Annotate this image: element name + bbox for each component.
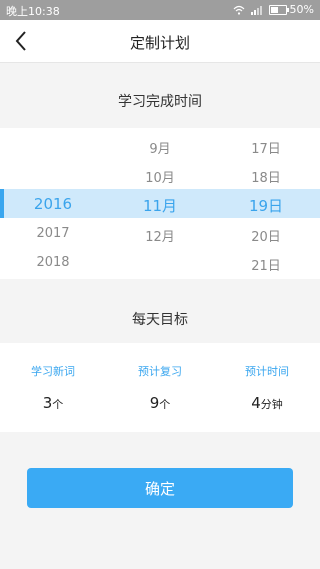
year-option[interactable]: 2017 bbox=[13, 226, 93, 241]
page-title: 定制计划 bbox=[129, 34, 190, 52]
day-option[interactable]: 18日 bbox=[226, 167, 306, 186]
battery-percent: 50% bbox=[289, 3, 314, 16]
goal-label: 学习新词 bbox=[31, 365, 75, 378]
day-option[interactable]: 20日 bbox=[226, 226, 306, 245]
month-option[interactable]: 10月 bbox=[120, 167, 200, 186]
month-option[interactable]: 12月 bbox=[120, 226, 200, 245]
goal-value: 9个 bbox=[107, 393, 213, 412]
status-icons: 50% bbox=[233, 3, 314, 16]
battery-indicator: 50% bbox=[268, 3, 314, 16]
status-time: 晚上10:38 bbox=[6, 5, 60, 18]
date-picker[interactable]: 2016 2017 2018 9月 10月 11月 12月 17日 18日 19日 20日 21日 bbox=[0, 128, 320, 279]
wifi-icon bbox=[233, 5, 244, 15]
goal-number: 4 bbox=[251, 394, 261, 412]
battery-icon bbox=[268, 4, 289, 15]
month-option-selected[interactable]: 11月 bbox=[120, 195, 200, 216]
day-option-selected[interactable]: 19日 bbox=[226, 195, 306, 216]
goal-number: 3 bbox=[42, 394, 53, 412]
goal-unit: 个 bbox=[52, 398, 64, 411]
day-option[interactable]: 17日 bbox=[226, 138, 306, 157]
selection-indicator bbox=[0, 189, 4, 218]
year-option[interactable]: 2018 bbox=[13, 255, 93, 270]
goal-value: 3个 bbox=[0, 393, 106, 412]
completion-title: 学习完成时间 bbox=[118, 94, 202, 110]
goal-number: 9 bbox=[149, 394, 160, 412]
goal-unit: 分钟 bbox=[260, 398, 283, 411]
goal-value: 4分钟 bbox=[214, 393, 320, 412]
goal-unit: 个 bbox=[159, 398, 171, 411]
year-option-selected[interactable]: 2016 bbox=[13, 195, 93, 213]
daily-goal-panel: 学习新词 3个 预计复习 9个 预计时间 4分钟 bbox=[0, 343, 320, 432]
status-bar: 晚上10:38 50% bbox=[0, 0, 320, 20]
daily-goal-title: 每天目标 bbox=[132, 312, 188, 328]
month-option[interactable]: 9月 bbox=[120, 138, 200, 157]
confirm-button[interactable]: 确定 bbox=[27, 468, 293, 508]
goal-label: 预计复习 bbox=[138, 365, 182, 378]
day-option[interactable]: 21日 bbox=[226, 255, 306, 274]
goal-label: 预计时间 bbox=[245, 365, 289, 378]
signal-icon bbox=[250, 5, 262, 15]
nav-bar: 定制计划 bbox=[0, 20, 320, 63]
